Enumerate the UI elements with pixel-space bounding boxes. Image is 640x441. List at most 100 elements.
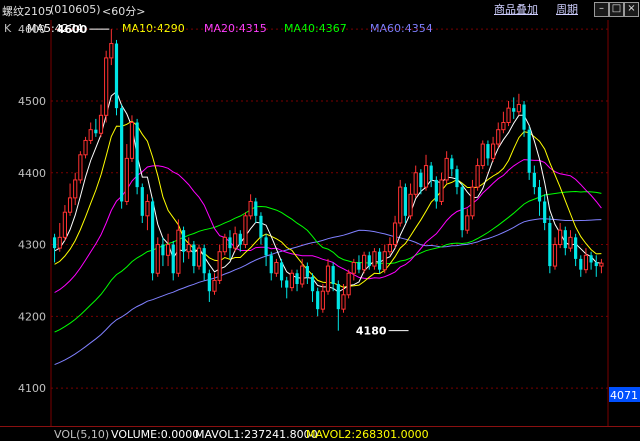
candle-body-down [202,248,206,274]
candle-body-up [480,143,485,167]
minimize-icon[interactable]: – [594,2,609,17]
chart-title-bar: 螺纹2105 (010605) <60分> K [0,0,640,35]
candle-body-up [475,165,480,188]
candle-body-up [552,244,558,267]
candle-body-up [289,272,294,289]
candle-body-down [377,251,382,270]
candle-body-down [403,187,407,216]
candle-body-up [413,172,418,195]
candle-body-up [88,129,93,141]
candle-body-down [192,244,196,267]
candle-body-down [207,273,211,292]
candle-body-up [98,114,104,134]
candle-body-down [238,233,242,245]
candle-body-up [568,236,573,249]
candle-body-down [279,262,284,281]
candle-body-up [372,251,377,267]
candle-body-up [83,139,88,156]
candle-body-up [109,43,114,59]
symbol-code: (010605) [50,3,101,16]
annotation-label: 4180 [356,325,387,338]
candle-body-up [583,254,589,271]
candle-body-down [429,165,433,180]
candle-body-down [434,179,438,202]
mavol2-value: MAVOL2:268301.0000 [306,428,429,441]
candle-body-down [161,244,165,256]
y-tick-label: 4300 [18,239,46,252]
candle-body-up [490,143,496,159]
candle-body-down [310,276,315,292]
candle-body-up [501,122,506,131]
candle-body-down [150,201,155,274]
candle-body-down [579,258,583,270]
candle-body-up [176,229,181,274]
candle-body-up [196,247,202,267]
candle-body-up [78,154,83,181]
candle-body-up [222,236,227,253]
close-icon[interactable]: × [624,2,639,17]
volume-value: VOLUME:0.0000 [111,428,200,441]
candle-body-down [532,172,536,188]
candle-body-down [367,255,371,267]
candle-body-down [269,255,273,274]
candle-body-up [398,186,403,224]
candle-body-up [496,129,501,145]
current-price-label: 4071 [610,389,638,402]
candle-body-up [465,215,470,231]
candle-body-up [165,244,171,256]
candle-body-up [320,290,325,310]
candle-body-up [599,262,604,267]
candle-body-up [444,157,449,181]
vol-label: VOL(5,10) [54,428,110,441]
candle-body-up [423,165,429,188]
candle-body-up [129,122,135,159]
candle-body-down [543,201,547,223]
candle-body-down [450,158,454,170]
candle-body-down [594,262,598,267]
candle-body-up [558,229,563,246]
candle-body-down [537,187,542,202]
candle-body-down [486,144,490,159]
overlay-button[interactable]: 商品叠加 [494,2,538,17]
candle-body-up [145,200,150,217]
volume-indicator-bar: VOL(5,10) VOLUME:0.0000 MAVOL1:237241.80… [0,426,640,441]
candle-body-up [392,222,398,246]
symbol-name: 螺纹2105 [2,5,52,18]
period-label: <60分> [102,5,146,18]
y-tick-label: 4100 [18,382,46,395]
candle-body-down [574,237,578,259]
candle-body-up [325,265,331,292]
candle-body-down [171,244,175,274]
candle-body-down [522,104,526,130]
cycle-button[interactable]: 周期 [556,2,578,17]
restore-icon[interactable]: □ [609,2,624,17]
candle-body-up [439,179,444,202]
candle-body-down [331,266,335,285]
candle-body-up [62,211,67,238]
candle-body-up [67,197,73,213]
candle-body-down [285,280,289,288]
candle-body-up [104,57,109,116]
candle-body-down [512,108,516,112]
candle-body-down [305,266,309,277]
candle-body-up [248,200,253,217]
candle-body-down [120,108,124,202]
candle-body-up [362,254,367,271]
annotation-label: 4600 [57,23,88,36]
candle-body-down [94,129,98,134]
candle-body-down [181,230,186,252]
candle-body-down [419,172,423,188]
candle-body-up [73,179,78,199]
candle-body-up [506,107,511,124]
candle-body-down [140,187,144,216]
candle-body-down [527,129,531,173]
candle-body-up [57,236,62,249]
candle-body-down [52,237,57,249]
candle-body-up [124,157,129,202]
candle-body-up [217,251,222,281]
candle-body-up [351,261,356,274]
candle-body-down [228,237,232,249]
candle-body-down [336,284,340,310]
candle-body-down [259,215,263,238]
candle-body-down [563,230,567,249]
